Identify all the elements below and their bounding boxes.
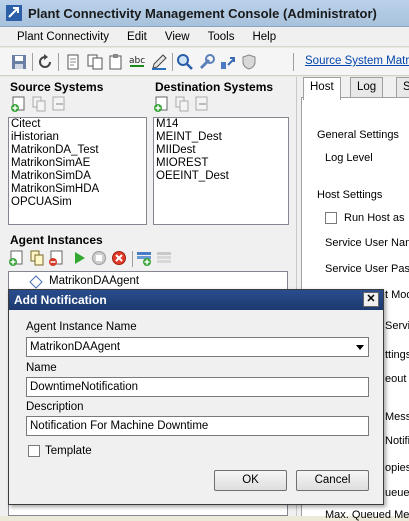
shield-icon[interactable] [240, 53, 258, 71]
toolbar-separator [58, 53, 59, 71]
save-icon[interactable] [10, 53, 28, 71]
add-destination-icon[interactable] [154, 96, 170, 112]
menu-bar: Plant Connectivity Edit View Tools Help [0, 27, 409, 47]
message-label: Messa [385, 411, 409, 423]
settings-label: ttings [385, 349, 409, 361]
dialog-titlebar: Add Notification ✕ [9, 290, 383, 310]
list-item[interactable]: MatrikonSimHDA [9, 183, 146, 196]
list-item[interactable]: MIOREST [154, 157, 288, 170]
service-user-pass-label: Service User Pass [325, 263, 409, 275]
list-item[interactable]: MatrikonSimAE [9, 157, 146, 170]
list-item[interactable]: Citect [9, 118, 146, 131]
export-icon[interactable] [219, 53, 237, 71]
tab-log[interactable]: Log [350, 77, 384, 98]
stop-icon [92, 251, 106, 265]
run-host-checkbox[interactable] [325, 212, 337, 224]
close-icon[interactable]: ✕ [363, 292, 379, 307]
window-title: Plant Connectivity Management Console (A… [28, 5, 377, 21]
list-item[interactable]: OPCUASim [9, 196, 146, 209]
description-label: Description [26, 401, 84, 413]
toolbar-separator [32, 53, 33, 71]
agent-instance-value: MatrikonDAAgent [30, 341, 121, 353]
dialog-title: Add Notification [14, 293, 107, 307]
name-input[interactable]: DowntimeNotification [26, 377, 369, 397]
paste-icon[interactable] [107, 53, 125, 71]
delete-destination-icon [195, 96, 208, 111]
tab-s[interactable]: S [396, 77, 409, 98]
destination-systems-label: Destination Systems [155, 80, 274, 94]
run-host-label: Run Host as [344, 212, 405, 224]
agent-diamond-icon [29, 275, 43, 289]
list-item[interactable]: OEEINT_Dest [154, 170, 288, 183]
menu-help[interactable]: Help [243, 31, 285, 43]
copy-source-icon [32, 96, 46, 112]
mod-label: t Mod [385, 289, 409, 301]
edit-pen-icon[interactable] [150, 53, 168, 71]
list-item[interactable]: MEINT_Dest [154, 131, 288, 144]
add-agent-icon[interactable] [9, 250, 25, 266]
remove-notification-icon [157, 252, 171, 263]
description-input[interactable]: Notification For Machine Downtime [26, 416, 369, 436]
destination-systems-list[interactable]: M14 MEINT_Dest MIIDest MIOREST OEEINT_De… [153, 117, 289, 225]
list-item[interactable]: M14 [154, 118, 288, 131]
list-item[interactable]: iHistorian [9, 131, 146, 144]
name-label: Name [26, 362, 57, 374]
svg-text:abc: abc [129, 56, 145, 66]
cut-icon[interactable] [64, 53, 82, 71]
spellcheck-icon[interactable]: abc [128, 53, 146, 71]
source-systems-label: Source Systems [10, 80, 104, 94]
max-queued-label: Max. Queued Mes [325, 509, 409, 521]
list-item[interactable]: MIIDest [154, 144, 288, 157]
add-notification-dialog: Add Notification ✕ Agent Instance Name M… [8, 289, 384, 505]
queue-label: ueue [385, 487, 409, 499]
cancel-icon[interactable] [111, 250, 127, 266]
window-titlebar: Plant Connectivity Management Console (A… [0, 0, 409, 27]
agent-name[interactable]: MatrikonDAAgent [49, 275, 139, 288]
search-icon[interactable] [176, 53, 194, 71]
source-system-link[interactable]: Source System Matri [305, 55, 409, 67]
app-icon [6, 5, 22, 21]
toolbar-separator [172, 53, 173, 71]
toolbar: abc Source System Matri [0, 48, 409, 76]
tree-row[interactable]: MatrikonDAAgent [9, 274, 287, 290]
agent-instance-select[interactable]: MatrikonDAAgent [26, 337, 369, 357]
menu-edit[interactable]: Edit [118, 31, 156, 43]
add-notification-icon[interactable] [136, 250, 152, 266]
menu-tools[interactable]: Tools [199, 31, 244, 43]
agent-instances-label: Agent Instances [10, 233, 103, 247]
tab-host[interactable]: Host [303, 77, 341, 100]
service-user-name-label: Service User Nam [325, 237, 409, 249]
copy-icon[interactable] [86, 53, 104, 71]
agent-instance-name-label: Agent Instance Name [26, 321, 137, 333]
copy-agent-icon[interactable] [29, 250, 45, 266]
menu-plant-connectivity[interactable]: Plant Connectivity [0, 31, 118, 43]
delete-agent-icon[interactable] [49, 250, 65, 266]
source-systems-list[interactable]: Citect iHistorian MatrikonDA_Test Matrik… [8, 117, 147, 225]
copy-destination-icon [175, 96, 189, 112]
toolbar-separator [293, 53, 294, 71]
refresh-icon[interactable] [36, 53, 54, 71]
menu-view[interactable]: View [156, 31, 199, 43]
wrench-icon[interactable] [198, 53, 216, 71]
toolbar-separator [132, 251, 133, 267]
start-icon[interactable] [71, 250, 87, 266]
general-settings-label: General Settings [317, 129, 399, 141]
copies-label: opies [385, 462, 409, 474]
log-level-label: Log Level [325, 152, 373, 164]
timeout-label: eout [385, 373, 407, 385]
list-item[interactable]: MatrikonDA_Test [9, 144, 146, 157]
notification-label: Notifi [385, 435, 409, 447]
template-label: Template [45, 445, 92, 457]
chevron-down-icon[interactable] [354, 341, 366, 353]
ok-button[interactable]: OK [214, 470, 287, 491]
add-source-icon[interactable] [11, 96, 27, 112]
template-checkbox[interactable] [28, 445, 40, 457]
delete-source-icon [52, 96, 65, 111]
host-settings-label: Host Settings [317, 189, 383, 201]
servic-label: Servic [385, 320, 409, 332]
cancel-button[interactable]: Cancel [296, 470, 369, 491]
list-item[interactable]: MatrikonSimDA [9, 170, 146, 183]
